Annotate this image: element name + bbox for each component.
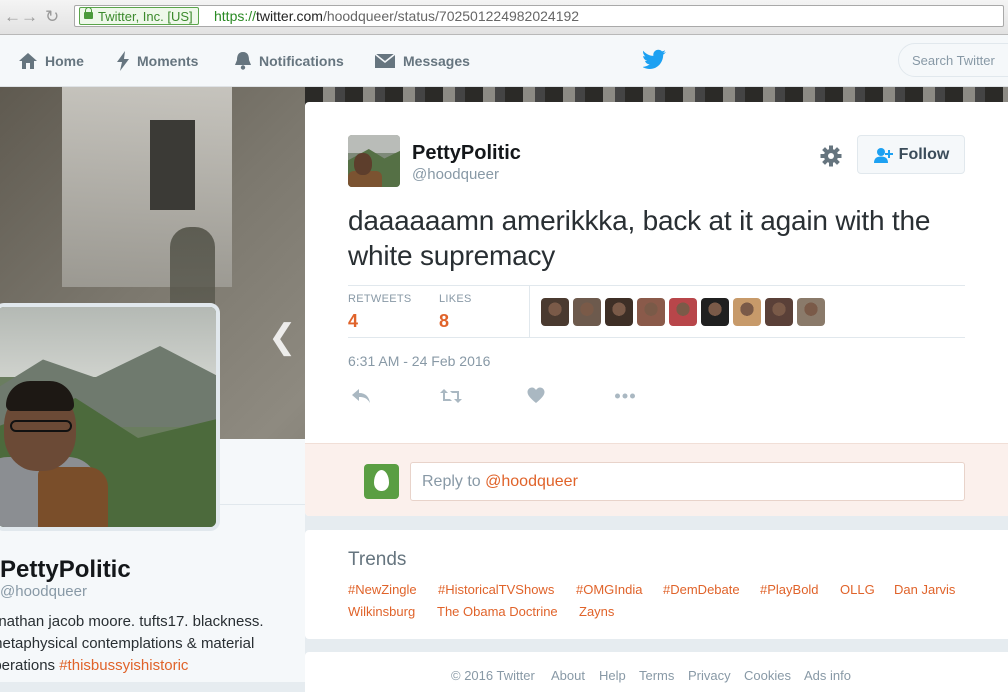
- reply-icon[interactable]: [350, 387, 372, 405]
- profile-avatar[interactable]: [0, 303, 220, 531]
- nav-moments-label: Moments: [137, 52, 199, 69]
- footer-copyright: © 2016 Twitter: [451, 668, 535, 683]
- nav-moments[interactable]: Moments: [116, 35, 198, 86]
- trend-item[interactable]: OLLG: [840, 582, 875, 597]
- url-host: twitter.com: [256, 8, 323, 24]
- twitter-bird-icon[interactable]: [643, 49, 667, 69]
- footer-link-privacy[interactable]: Privacy: [688, 668, 731, 683]
- more-options-icon[interactable]: [614, 387, 636, 405]
- follow-button-label: Follow: [898, 145, 950, 163]
- footer-link-cookies[interactable]: Cookies: [744, 668, 791, 683]
- tweet-card: PettyPolitic @hoodqueer Follow daaaaaamn…: [305, 102, 1008, 516]
- nav-messages[interactable]: Messages: [374, 35, 470, 86]
- url-text[interactable]: https://twitter.com/hoodqueer/status/702…: [214, 8, 579, 24]
- nav-home[interactable]: Home: [18, 35, 84, 86]
- tweet-avatar[interactable]: [348, 135, 400, 187]
- trend-item[interactable]: #NewZingle: [348, 582, 417, 597]
- tweet-author-name[interactable]: PettyPolitic: [412, 142, 521, 165]
- gear-icon[interactable]: [820, 145, 842, 167]
- trend-item[interactable]: #PlayBold: [760, 582, 819, 597]
- follow-button[interactable]: Follow: [857, 135, 965, 174]
- nav-messages-label: Messages: [403, 52, 470, 69]
- nav-notifications[interactable]: Notifications: [234, 35, 344, 86]
- bio-line-3: iberations #thisbussyishistoric: [0, 657, 189, 674]
- liker-avatar[interactable]: [701, 298, 729, 326]
- reload-icon[interactable]: ↻: [45, 7, 59, 27]
- twitter-top-nav: Home Moments Notifications Messages Sear…: [0, 35, 1008, 87]
- trends-module: Trends #NewZingle #HistoricalTVShows #OM…: [305, 530, 1008, 639]
- previous-arrow-icon[interactable]: ❮: [268, 317, 297, 357]
- reply-input[interactable]: Reply to @hoodqueer: [410, 462, 965, 501]
- bio-hashtag[interactable]: #thisbussyishistoric: [59, 657, 188, 674]
- search-input[interactable]: Search Twitter: [898, 43, 1008, 77]
- ev-label: Twitter, Inc. [US]: [98, 9, 193, 24]
- liker-avatar[interactable]: [605, 298, 633, 326]
- trend-item[interactable]: The Obama Doctrine: [437, 604, 558, 619]
- url-path: /hoodqueer/status/702501224982024192: [322, 8, 580, 24]
- trend-item[interactable]: #HistoricalTVShows: [438, 582, 554, 597]
- tweet-timestamp[interactable]: 6:31 AM - 24 Feb 2016: [348, 353, 490, 369]
- trend-item[interactable]: Wilkinsburg: [348, 604, 415, 619]
- nav-home-label: Home: [45, 52, 84, 69]
- bell-icon: [235, 51, 251, 70]
- reply-mention: @hoodqueer: [485, 473, 578, 490]
- add-user-icon: [873, 147, 893, 163]
- liker-avatar[interactable]: [541, 298, 569, 326]
- lock-icon: [84, 7, 93, 19]
- liker-avatar[interactable]: [765, 298, 793, 326]
- profile-handle[interactable]: @hoodqueer: [0, 583, 87, 600]
- footer-link-about[interactable]: About: [551, 668, 585, 683]
- trend-item[interactable]: #OMGIndia: [576, 582, 642, 597]
- trends-title: Trends: [348, 549, 407, 570]
- heart-icon[interactable]: [527, 387, 545, 404]
- profile-bio: onathan jacob moore. tufts17. blackness.…: [0, 611, 290, 677]
- trend-item[interactable]: #DemDebate: [663, 582, 740, 597]
- likes-stat[interactable]: LIKES 8: [439, 293, 472, 332]
- footer: © 2016 Twitter About Help Terms Privacy …: [305, 652, 1008, 692]
- retweet-stat[interactable]: RETWEETS 4: [348, 293, 412, 332]
- back-arrow-icon[interactable]: ←: [4, 7, 21, 27]
- browser-toolbar: ← → ↻ Twitter, Inc. [US] https://twitter…: [0, 0, 1008, 35]
- profile-name[interactable]: PettyPolitic: [0, 556, 131, 584]
- bio-line-2: metaphysical contemplations & material: [0, 635, 255, 652]
- likes-count: 8: [439, 311, 450, 331]
- likes-label: LIKES: [439, 293, 472, 305]
- lightning-icon: [117, 50, 129, 71]
- footer-link-terms[interactable]: Terms: [639, 668, 674, 683]
- url-scheme: https://: [214, 8, 257, 24]
- liker-avatar[interactable]: [573, 298, 601, 326]
- trend-item[interactable]: Dan Jarvis: [894, 582, 955, 597]
- liker-avatar[interactable]: [669, 298, 697, 326]
- retweet-icon[interactable]: [439, 387, 463, 405]
- footer-link-ads-info[interactable]: Ads info: [804, 668, 851, 683]
- footer-link-help[interactable]: Help: [599, 668, 626, 683]
- envelope-icon: [374, 52, 396, 68]
- liker-avatar[interactable]: [637, 298, 665, 326]
- nav-notifications-label: Notifications: [259, 52, 344, 69]
- trend-item[interactable]: Zayns: [579, 604, 614, 619]
- ev-certificate-badge[interactable]: Twitter, Inc. [US]: [79, 7, 199, 25]
- bio-line-1: onathan jacob moore. tufts17. blackness.: [0, 613, 264, 630]
- default-egg-avatar-icon: [364, 464, 399, 499]
- home-icon: [19, 52, 37, 69]
- tweet-author-handle[interactable]: @hoodqueer: [412, 166, 499, 183]
- retweets-count: 4: [348, 311, 359, 331]
- reply-composer: Reply to @hoodqueer: [305, 443, 1008, 516]
- retweets-label: RETWEETS: [348, 293, 412, 305]
- forward-arrow-icon[interactable]: →: [21, 7, 38, 27]
- tweet-text: daaaaaamn amerikkka, back at it again wi…: [348, 205, 931, 271]
- liker-avatar[interactable]: [797, 298, 825, 326]
- liker-avatar[interactable]: [733, 298, 761, 326]
- address-bar[interactable]: Twitter, Inc. [US] https://twitter.com/h…: [74, 5, 1004, 27]
